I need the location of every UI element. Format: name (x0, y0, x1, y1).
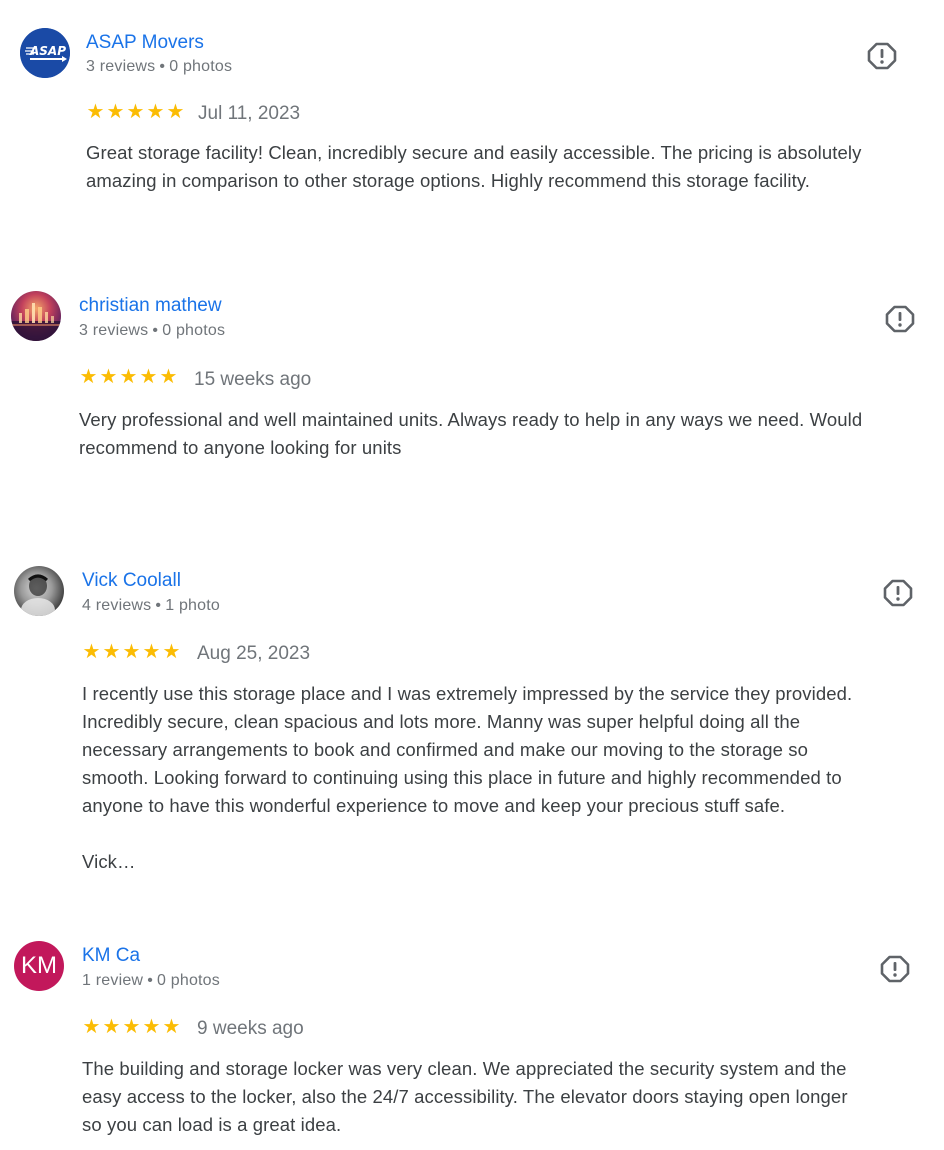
reviews-count: 3 reviews (86, 58, 156, 75)
meta-separator: • (155, 597, 162, 614)
reviewer-meta: 3 reviews • 0 photos (79, 322, 225, 340)
meta-separator: • (152, 322, 159, 339)
review-text: I recently use this storage place and I … (82, 683, 853, 872)
review-date: Aug 25, 2023 (197, 643, 311, 664)
reviewer-name-link[interactable]: KM Ca (82, 945, 140, 967)
reviewer-name-link[interactable]: christian mathew (79, 295, 222, 317)
asap-logo-icon: ASAP (20, 28, 70, 78)
profile-photo-icon (21, 574, 55, 616)
reviewer-meta: 3 reviews • 0 photos (86, 58, 232, 76)
photos-count: 0 photos (169, 58, 233, 75)
photos-count: 0 photos (157, 972, 220, 989)
star-rating: ★ ★ ★ ★ ★ (82, 1017, 181, 1037)
reviews-count: 4 reviews (82, 597, 152, 614)
meta-separator: • (159, 58, 166, 75)
star-icon: ★ (146, 101, 165, 123)
reviewer-avatar[interactable] (11, 291, 61, 341)
star-icon: ★ (142, 641, 161, 663)
report-flag-icon[interactable] (883, 578, 913, 608)
star-icon: ★ (102, 641, 121, 663)
star-icon: ★ (126, 101, 145, 123)
star-rating: ★ ★ ★ ★ ★ (82, 642, 181, 662)
star-icon: ★ (122, 1016, 141, 1038)
star-icon: ★ (159, 366, 178, 388)
star-icon: ★ (82, 1016, 101, 1038)
reviewer-meta: 4 reviews • 1 photo (82, 597, 220, 615)
star-icon: ★ (139, 366, 158, 388)
avatar-initials: KM (21, 952, 57, 979)
review-text: Great storage facility! Clean, incredibl… (86, 142, 862, 191)
report-flag-icon[interactable] (867, 41, 897, 71)
photos-count: 0 photos (162, 322, 226, 339)
reviewer-avatar[interactable]: ASAP (20, 28, 70, 78)
reviews-count: 1 review (82, 972, 144, 989)
meta-separator: • (147, 972, 153, 989)
star-icon: ★ (102, 1016, 121, 1038)
reviewer-meta: 1 review • 0 photos (82, 972, 220, 990)
photos-count: 1 photo (165, 597, 220, 614)
star-icon: ★ (82, 641, 101, 663)
asap-logo-text: ASAP (29, 44, 66, 58)
reviewer-name-link[interactable]: Vick Coolall (82, 570, 181, 592)
review-text: The building and storage locker was very… (82, 1058, 848, 1135)
reviewer-avatar[interactable]: KM (14, 941, 64, 991)
review-date: 9 weeks ago (197, 1018, 304, 1039)
star-icon: ★ (162, 641, 181, 663)
star-icon: ★ (166, 101, 185, 123)
star-icon: ★ (162, 1016, 181, 1038)
reviewer-avatar[interactable] (14, 566, 64, 616)
star-icon: ★ (86, 101, 105, 123)
report-flag-icon[interactable] (880, 954, 910, 984)
reviews-count: 3 reviews (79, 322, 149, 339)
star-icon: ★ (106, 101, 125, 123)
city-skyline-photo-icon (11, 303, 61, 341)
star-icon: ★ (122, 641, 141, 663)
star-rating: ★ ★ ★ ★ ★ (79, 367, 178, 387)
review-date: 15 weeks ago (194, 369, 312, 390)
star-rating: ★ ★ ★ ★ ★ (86, 102, 185, 122)
review-text: Very professional and well maintained un… (79, 409, 863, 458)
reviewer-name-link[interactable]: ASAP Movers (86, 32, 204, 54)
star-icon: ★ (99, 366, 118, 388)
review-date: Jul 11, 2023 (198, 103, 301, 124)
star-icon: ★ (119, 366, 138, 388)
report-flag-icon[interactable] (885, 304, 915, 334)
star-icon: ★ (142, 1016, 161, 1038)
star-icon: ★ (79, 366, 98, 388)
